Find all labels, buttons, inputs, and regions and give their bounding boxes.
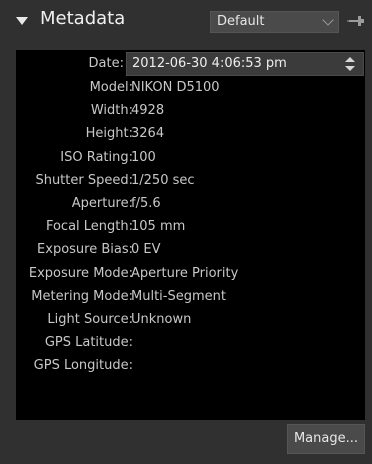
metadata-value: 105 mm <box>131 219 186 235</box>
metadata-value: Aperture Priority <box>131 265 239 281</box>
metadata-panel: Metadata Default Model: NIKON D5100 Width:… <box>0 0 372 464</box>
preset-select-value: Default <box>217 14 265 29</box>
panel-header: Metadata Default <box>0 0 372 42</box>
metadata-value: NIKON D5100 <box>131 80 220 95</box>
metadata-label: Exposure Mode: <box>28 265 133 281</box>
date-value: 2012-06-30 4:06:53 pm <box>132 56 287 71</box>
metadata-row: Exposure Mode: Aperture Priority <box>16 263 365 285</box>
metadata-row: Width: 4928 <box>16 100 365 122</box>
preset-select[interactable]: Default <box>210 11 339 33</box>
metadata-label: Shutter Speed: <box>35 172 133 188</box>
triangle-down-icon[interactable] <box>16 17 28 25</box>
metadata-value: f/5.6 <box>131 196 161 211</box>
metadata-value: 3264 <box>131 126 165 142</box>
metadata-row: Aperture: f/5.6 <box>16 193 365 215</box>
chevron-down-icon <box>322 14 334 26</box>
metadata-label: Height: <box>85 126 133 142</box>
metadata-value: Multi-Segment <box>131 288 226 304</box>
metadata-label: GPS Latitude: <box>44 335 133 351</box>
metadata-list: Model: NIKON D5100 Width: 4928 Height: 3264 IS… <box>16 50 365 420</box>
panel-title: Metadata <box>40 8 126 29</box>
metadata-value: 1/250 sec <box>131 172 195 188</box>
date-label: Date: <box>88 56 124 71</box>
date-input[interactable]: 2012-06-30 4:06:53 pm <box>126 52 364 76</box>
metadata-value: 100 <box>131 149 156 165</box>
metadata-label: GPS Longitude: <box>33 358 133 374</box>
metadata-label: Width: <box>90 103 133 119</box>
metadata-row: Metering Mode: Multi-Segment <box>16 286 365 308</box>
metadata-row: GPS Latitude: <box>16 332 365 354</box>
metadata-row: Model: NIKON D5100 <box>16 77 365 99</box>
metadata-row: Height: 3264 <box>16 123 365 145</box>
manage-button[interactable]: Manage... <box>287 424 365 454</box>
metadata-row: Exposure Bias: 0 EV <box>16 239 365 261</box>
metadata-label: Metering Mode: <box>31 288 133 304</box>
metadata-row: Focal Length: 105 mm <box>16 216 365 238</box>
spin-up-icon[interactable] <box>345 57 355 62</box>
metadata-label: Focal Length: <box>45 219 133 235</box>
metadata-label: Exposure Bias: <box>37 242 133 258</box>
spin-down-icon[interactable] <box>345 66 355 71</box>
pin-icon[interactable] <box>347 14 365 28</box>
metadata-value: 4928 <box>131 103 165 119</box>
metadata-label: Aperture: <box>71 196 133 211</box>
metadata-label: Light Source: <box>47 312 133 327</box>
metadata-value: 0 EV <box>131 242 161 258</box>
metadata-row: GPS Longitude: <box>16 355 365 377</box>
metadata-value: Unknown <box>131 312 192 327</box>
metadata-row: Shutter Speed: 1/250 sec <box>16 170 365 192</box>
metadata-row: Light Source: Unknown <box>16 309 365 331</box>
metadata-row: ISO Rating: 100 <box>16 147 365 169</box>
metadata-label: Model: <box>89 80 133 95</box>
metadata-label: ISO Rating: <box>60 149 133 165</box>
